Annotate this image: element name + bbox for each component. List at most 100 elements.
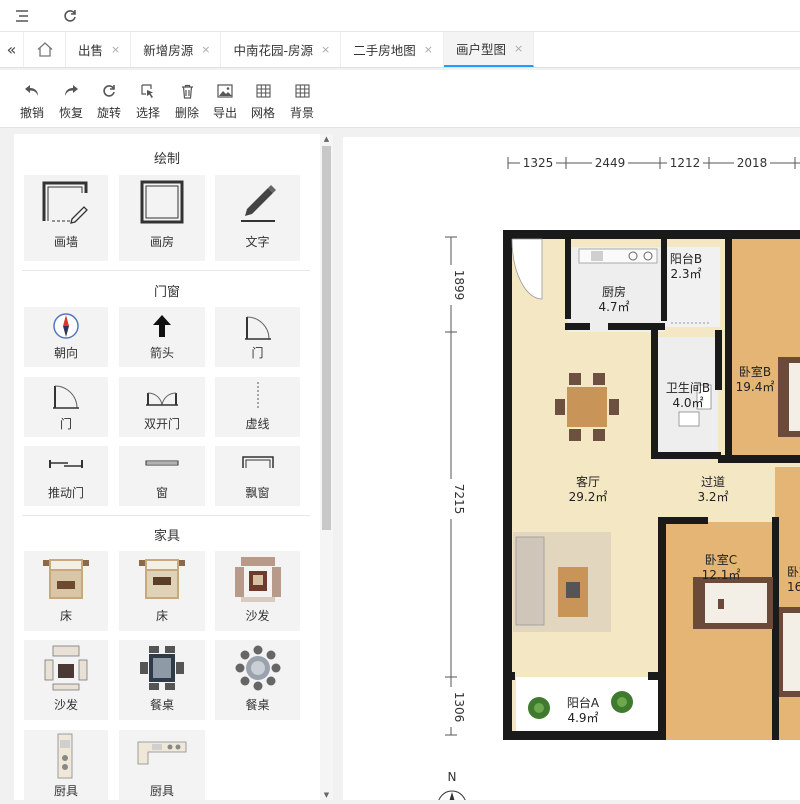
bed-tool-2[interactable]: 床 — [119, 551, 205, 631]
floor-fills — [511, 237, 800, 740]
close-icon[interactable]: × — [201, 43, 210, 56]
kitchen-tool-2[interactable]: 厨具 — [119, 730, 205, 800]
bed-tool[interactable]: 床 — [24, 551, 108, 631]
export-button[interactable]: 导出 — [207, 80, 243, 121]
room-name: 过道 — [701, 475, 725, 489]
dining-table-tool[interactable]: 餐桌 — [119, 640, 205, 720]
round-table-icon — [235, 645, 280, 691]
undo-icon — [25, 85, 38, 96]
tab-new-listing[interactable]: 新增房源 × — [131, 32, 222, 67]
close-icon[interactable]: × — [514, 42, 523, 55]
bay-window-tool[interactable]: 飘窗 — [215, 446, 300, 506]
refresh-icon[interactable] — [60, 6, 80, 26]
room-area: 16.3 — [787, 580, 800, 594]
top-bar — [0, 0, 800, 32]
room-area: 12.1㎡ — [702, 568, 741, 582]
tool-label: 门 — [251, 346, 264, 360]
dashed-line-tool[interactable]: 虚线 — [215, 377, 300, 437]
tab-label: 画户型图 — [455, 42, 506, 57]
draw-wall-tool[interactable]: 画墙 — [24, 175, 108, 261]
double-door-tool[interactable]: 双开门 — [119, 377, 205, 437]
tab-resale-map[interactable]: 二手房地图 × — [341, 32, 444, 67]
orientation-tool[interactable]: 朝向 — [24, 307, 108, 367]
background-button[interactable]: 背景 — [284, 80, 320, 121]
arrow-tool[interactable]: 箭头 — [119, 307, 205, 367]
scroll-down-icon[interactable]: ▼ — [320, 790, 333, 800]
room-name: 卧室B — [739, 364, 771, 379]
room-name: 客厅 — [576, 474, 600, 489]
room-name: 卫生间B — [666, 381, 710, 395]
rotate-icon — [103, 85, 115, 97]
draw-text-tool[interactable]: 文字 — [215, 175, 300, 261]
tool-label: 餐桌 — [149, 698, 174, 712]
dimension-label: 2449 — [595, 156, 626, 170]
scroll-up-icon[interactable]: ▲ — [320, 134, 333, 144]
select-button[interactable]: 选择 — [130, 80, 166, 121]
grid-icon — [255, 84, 271, 98]
dimension-label: 1325 — [523, 156, 554, 170]
undo-button[interactable]: 撤销 — [14, 80, 50, 121]
trash-icon — [181, 84, 193, 99]
bed-b — [778, 357, 800, 437]
draw-wall-icon — [42, 181, 88, 224]
room-area: 2.3㎡ — [670, 267, 701, 281]
panel-scrollbar[interactable]: ▲ ▼ — [320, 134, 333, 800]
room-area: 29.2㎡ — [569, 490, 608, 504]
scrollbar-thumb[interactable] — [322, 146, 331, 530]
room-name: 阳台B — [670, 251, 702, 266]
window-tool[interactable]: 窗 — [119, 446, 205, 506]
door-tool[interactable]: 门 — [215, 307, 300, 367]
tab-zhongnan-listing[interactable]: 中南花园-房源 × — [221, 32, 342, 67]
redo-button[interactable]: 恢复 — [53, 80, 89, 121]
kitchen-tool[interactable]: 厨具 — [24, 730, 108, 800]
sofa-tool-2[interactable]: 沙发 — [24, 640, 108, 720]
tool-label: 箭头 — [149, 346, 174, 360]
room-name: 卧室C — [705, 552, 737, 567]
sofa-set-icon — [234, 557, 281, 602]
grid-button[interactable]: 网格 — [245, 80, 281, 121]
tool-label: 床 — [155, 609, 168, 623]
tool-label: 沙发 — [245, 609, 270, 623]
bed-icon — [43, 559, 89, 599]
tool-label: 门 — [59, 417, 72, 431]
dimension-label: 1306 — [452, 692, 466, 723]
drawing-paper[interactable]: 1325 2449 1212 2018 1899 7215 1306 厨房 4.… — [343, 137, 800, 804]
dimension-label: 7215 — [452, 484, 466, 515]
tab-draw-floorplan[interactable]: 画户型图 × — [443, 32, 535, 67]
draw-room-tool[interactable]: 画房 — [119, 175, 205, 261]
room-name: 厨房 — [602, 284, 626, 299]
redo-icon — [65, 85, 78, 96]
home-tab[interactable] — [24, 32, 66, 67]
tab-sale[interactable]: 出售 × — [66, 32, 132, 67]
tool-label: 推动门 — [47, 486, 84, 500]
tool-label: 画墙 — [53, 235, 78, 249]
delete-button[interactable]: 删除 — [169, 80, 205, 121]
window-icon — [145, 460, 179, 466]
room-area: 19.4㎡ — [736, 380, 775, 394]
section-title-furniture: 家具 — [153, 529, 180, 544]
compass-north-label: N — [448, 770, 457, 784]
sofa-set — [513, 532, 611, 632]
tab-label: 新增房源 — [143, 43, 194, 58]
room-area: 4.7㎡ — [598, 300, 629, 314]
bay-window-icon — [241, 456, 274, 468]
undo-label: 撤销 — [19, 106, 44, 120]
close-icon[interactable]: × — [111, 43, 120, 56]
divider — [22, 270, 310, 271]
round-table-tool[interactable]: 餐桌 — [215, 640, 300, 720]
rotate-button[interactable]: 旋转 — [91, 80, 127, 121]
menu-icon[interactable] — [12, 6, 32, 26]
close-icon[interactable]: × — [321, 43, 330, 56]
door-tool-2[interactable]: 门 — [24, 377, 108, 437]
section-title-doors: 门窗 — [153, 285, 180, 300]
tool-label: 文字 — [245, 235, 270, 249]
dashed-line-icon — [257, 382, 258, 410]
close-icon[interactable]: × — [424, 43, 433, 56]
collapse-tabs-icon[interactable]: « — [0, 32, 24, 67]
pencil-icon — [240, 185, 276, 222]
sliding-door-icon — [49, 460, 83, 468]
sofa-tool[interactable]: 沙发 — [215, 551, 300, 631]
floorplan-canvas[interactable]: 1325 2449 1212 2018 1899 7215 1306 厨房 4.… — [334, 128, 800, 804]
floorplan-drawing[interactable]: 1325 2449 1212 2018 1899 7215 1306 厨房 4.… — [343, 137, 800, 804]
sliding-door-tool[interactable]: 推动门 — [24, 446, 108, 506]
